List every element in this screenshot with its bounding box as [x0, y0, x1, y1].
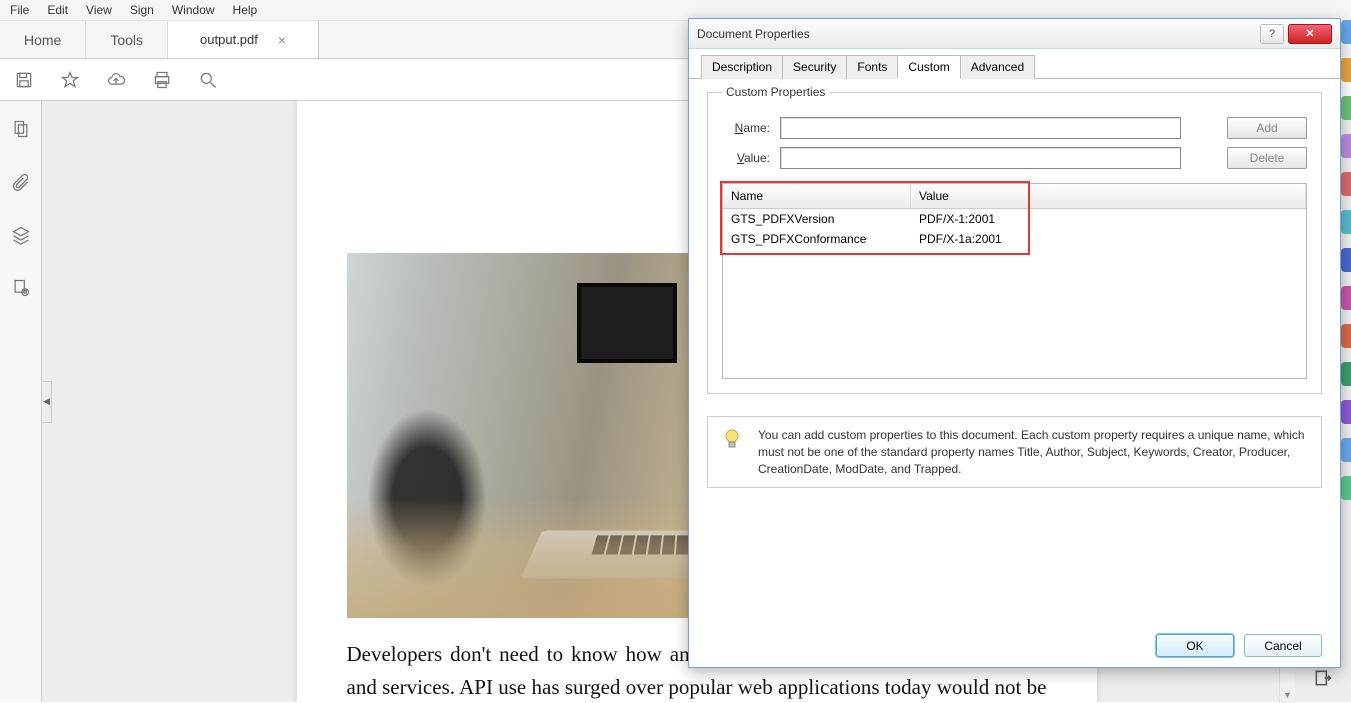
- close-tab-icon[interactable]: ×: [278, 32, 286, 48]
- menu-help[interactable]: Help: [233, 3, 258, 17]
- dialog-close-icon[interactable]: ✕: [1288, 24, 1332, 44]
- tab-custom[interactable]: Custom: [897, 55, 960, 79]
- tab-advanced[interactable]: Advanced: [960, 55, 1035, 79]
- delete-button[interactable]: Delete: [1227, 147, 1307, 169]
- color-tab[interactable]: [1341, 476, 1351, 500]
- tab-tools[interactable]: Tools: [86, 21, 168, 58]
- scroll-down-icon[interactable]: ▼: [1280, 687, 1295, 703]
- secured-icon[interactable]: [11, 278, 31, 303]
- dialog-tabs: Description Security Fonts Custom Advanc…: [689, 49, 1340, 79]
- menu-file[interactable]: File: [10, 3, 29, 17]
- attachment-icon[interactable]: [11, 172, 31, 197]
- custom-properties-fieldset: Custom Properties Name: Add Value: Delet…: [707, 85, 1322, 394]
- properties-table[interactable]: Name Value GTS_PDFXVersion PDF/X-1:2001 …: [722, 183, 1307, 379]
- table-row[interactable]: GTS_PDFXVersion PDF/X-1:2001: [723, 209, 1306, 229]
- navigation-pane: [0, 101, 42, 702]
- print-icon[interactable]: [150, 68, 174, 92]
- ok-button[interactable]: OK: [1156, 634, 1234, 657]
- header-name[interactable]: Name: [723, 184, 911, 208]
- document-properties-dialog: Document Properties ? ✕ Description Secu…: [688, 18, 1341, 668]
- table-row[interactable]: GTS_PDFXConformance PDF/X-1a:2001: [723, 229, 1306, 249]
- color-tab[interactable]: [1341, 134, 1351, 158]
- color-tab[interactable]: [1341, 96, 1351, 120]
- save-icon[interactable]: [12, 68, 36, 92]
- info-text: You can add custom properties to this do…: [758, 427, 1309, 477]
- tools-color-strip: [1341, 20, 1351, 500]
- color-tab[interactable]: [1341, 362, 1351, 386]
- cell-name: GTS_PDFXConformance: [723, 229, 911, 249]
- color-tab[interactable]: [1341, 210, 1351, 234]
- tab-home[interactable]: Home: [0, 21, 86, 58]
- color-tab[interactable]: [1341, 438, 1351, 462]
- lightbulb-icon: [720, 427, 744, 451]
- dialog-title: Document Properties: [697, 27, 810, 41]
- table-header: Name Value: [723, 184, 1306, 209]
- tab-security[interactable]: Security: [782, 55, 847, 79]
- collapse-handle-icon[interactable]: ◀: [42, 381, 52, 423]
- cloud-upload-icon[interactable]: [104, 68, 128, 92]
- fieldset-legend: Custom Properties: [722, 85, 829, 99]
- search-icon[interactable]: [196, 68, 220, 92]
- cell-name: GTS_PDFXVersion: [723, 209, 911, 229]
- value-label: Value:: [722, 151, 770, 165]
- thumbnails-icon[interactable]: [11, 119, 31, 144]
- document-tab-label: output.pdf: [200, 32, 258, 47]
- star-icon[interactable]: [58, 68, 82, 92]
- header-value[interactable]: Value: [911, 184, 1306, 208]
- value-input[interactable]: [780, 147, 1181, 169]
- cell-value: PDF/X-1:2001: [911, 209, 1306, 229]
- color-tab[interactable]: [1341, 248, 1351, 272]
- cancel-button[interactable]: Cancel: [1244, 634, 1322, 657]
- menu-sign[interactable]: Sign: [130, 3, 154, 17]
- menu-view[interactable]: View: [86, 3, 112, 17]
- cell-value: PDF/X-1a:2001: [911, 229, 1306, 249]
- color-tab[interactable]: [1341, 400, 1351, 424]
- tab-fonts[interactable]: Fonts: [846, 55, 898, 79]
- document-tab[interactable]: output.pdf ×: [168, 21, 319, 58]
- dialog-titlebar[interactable]: Document Properties ? ✕: [689, 19, 1340, 49]
- menu-window[interactable]: Window: [172, 3, 215, 17]
- layers-icon[interactable]: [11, 225, 31, 250]
- color-tab[interactable]: [1341, 172, 1351, 196]
- color-tab[interactable]: [1341, 20, 1351, 44]
- name-input[interactable]: [780, 117, 1181, 139]
- color-tab[interactable]: [1341, 324, 1351, 348]
- menu-edit[interactable]: Edit: [47, 3, 68, 17]
- dialog-help-icon[interactable]: ?: [1260, 24, 1284, 44]
- info-box: You can add custom properties to this do…: [707, 416, 1322, 488]
- tab-description[interactable]: Description: [701, 55, 783, 79]
- color-tab[interactable]: [1341, 286, 1351, 310]
- dialog-footer: OK Cancel: [1156, 634, 1322, 657]
- add-button[interactable]: Add: [1227, 117, 1307, 139]
- dialog-content: Custom Properties Name: Add Value: Delet…: [689, 79, 1340, 500]
- color-tab[interactable]: [1341, 58, 1351, 82]
- export-icon[interactable]: [1313, 668, 1333, 693]
- name-label: Name:: [722, 121, 770, 135]
